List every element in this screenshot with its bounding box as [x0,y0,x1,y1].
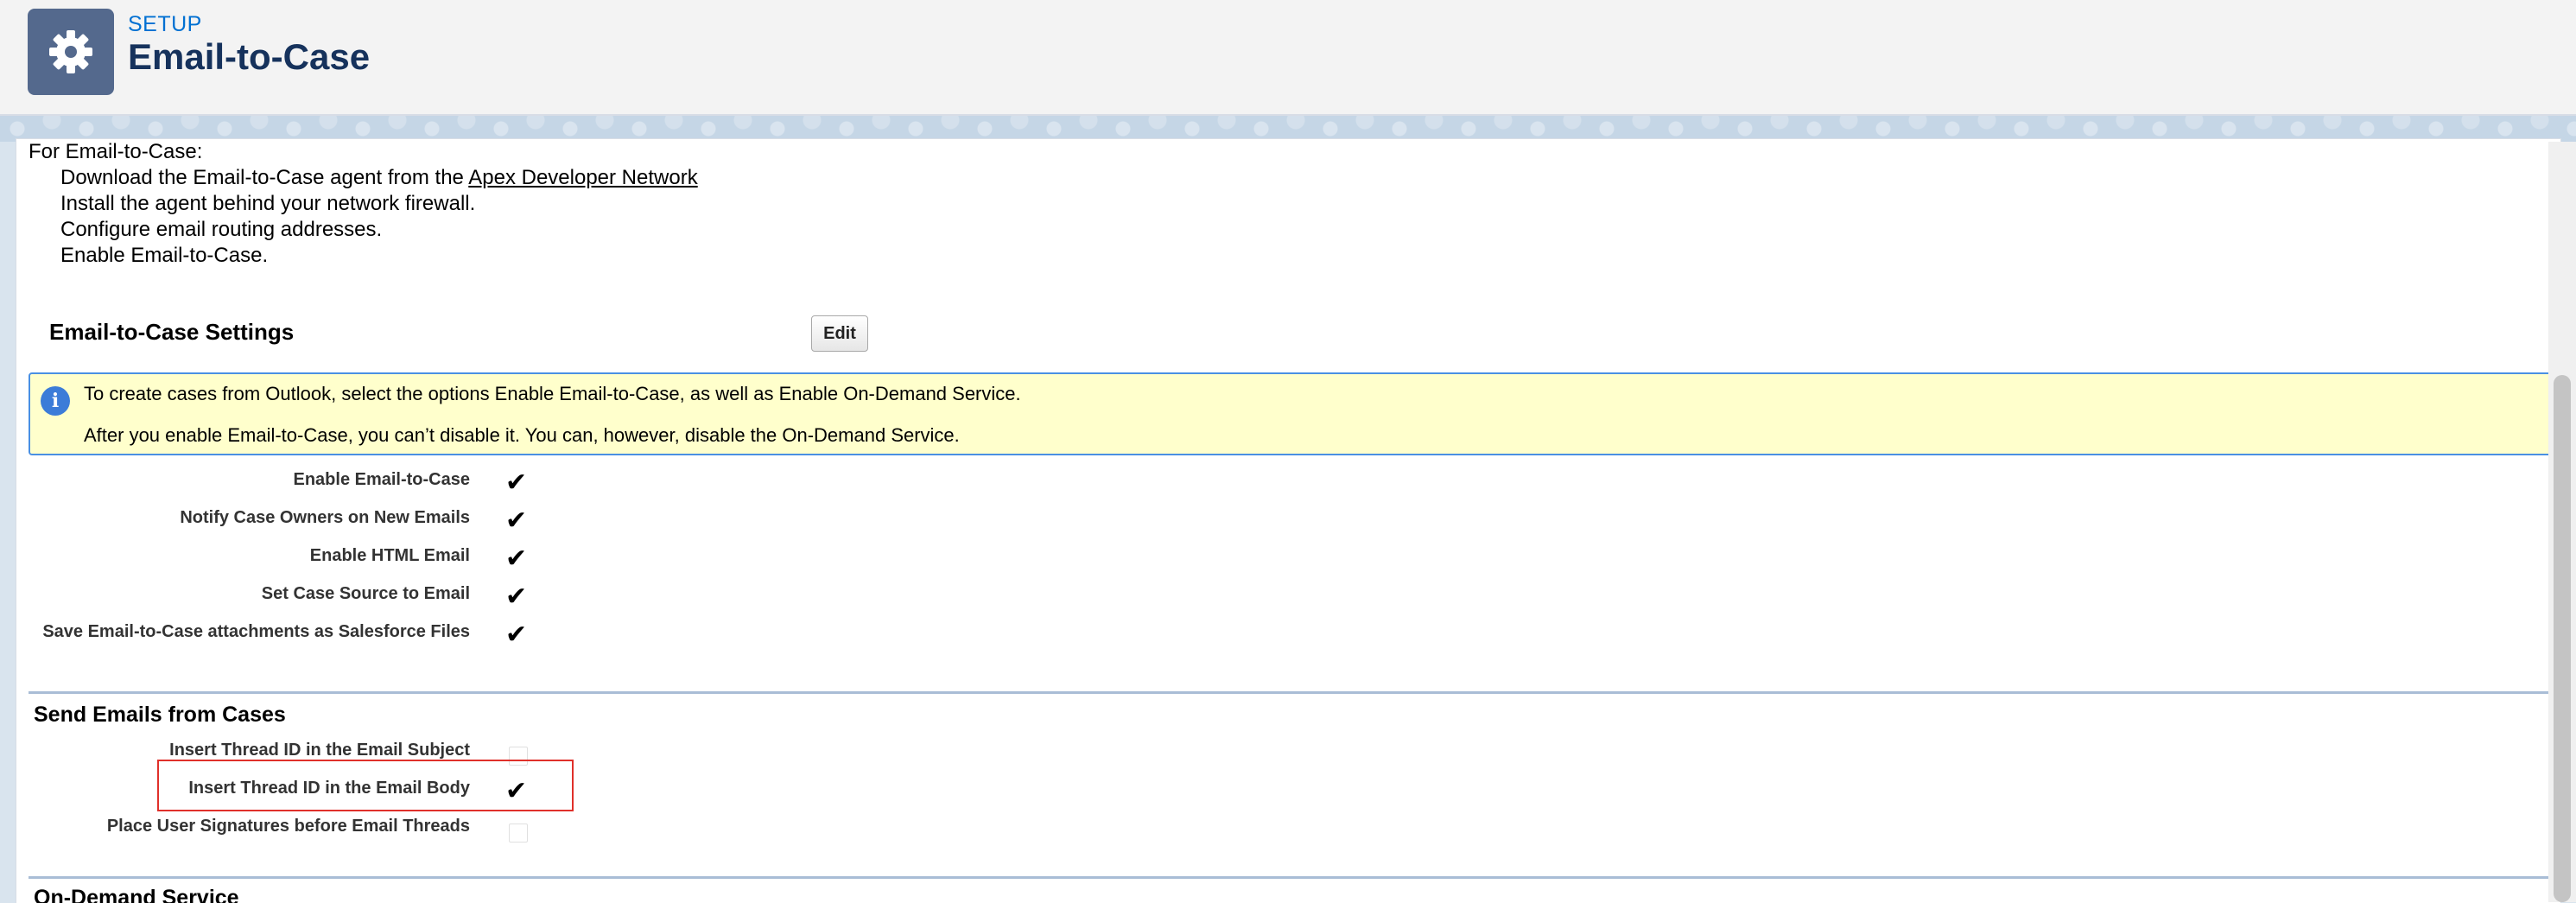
settings-section-title: Email-to-Case Settings [49,319,295,345]
thread-id-body-check-icon: ✔ [505,776,528,806]
intro-instructions: For Email-to-Case: Download the Email-to… [29,139,698,269]
page-title: Email-to-Case [128,36,371,77]
thread-id-subject-label: Insert Thread ID in the Email Subject [169,741,470,760]
intro-step-2: Install the agent behind your network fi… [60,192,476,215]
set-case-source-check-icon: ✔ [505,582,528,612]
user-signatures-label: Place User Signatures before Email Threa… [106,817,470,836]
send-emails-section-title: Send Emails from Cases [34,703,286,727]
save-attachments-label: Save Email-to-Case attachments as Salesf… [42,622,470,641]
intro-step-1-text: Download the Email-to-Case agent from th… [60,166,469,189]
scrollbar-thumb[interactable] [2554,375,2571,902]
enable-email-to-case-check-icon: ✔ [505,467,528,498]
notify-case-owners-label: Notify Case Owners on New Emails [180,508,470,527]
main-panel: For Email-to-Case: Download the Email-to… [16,138,2561,903]
section-divider [29,691,2560,694]
notify-case-owners-check-icon: ✔ [505,506,528,536]
section-divider [29,876,2560,879]
breadcrumb[interactable]: SETUP [128,12,202,37]
save-attachments-check-icon: ✔ [505,620,528,650]
info-message: i To create cases from Outlook, select t… [29,372,2556,455]
enable-html-email-label: Enable HTML Email [309,546,470,565]
enable-html-email-check-icon: ✔ [505,544,528,574]
set-case-source-label: Set Case Source to Email [261,584,470,603]
apex-developer-network-link[interactable]: Apex Developer Network [468,166,697,189]
user-signatures-checkbox [509,824,528,843]
intro-step-3: Configure email routing addresses. [60,218,383,241]
info-line-2: After you enable Email-to-Case, you can’… [84,424,960,446]
edit-button[interactable]: Edit [811,315,868,352]
intro-heading: For Email-to-Case: [29,140,203,163]
intro-step-4: Enable Email-to-Case. [60,244,269,267]
scrollbar[interactable] [2548,142,2576,902]
gear-icon [28,9,114,95]
thread-id-body-label: Insert Thread ID in the Email Body [188,779,470,798]
intro-step-1: Download the Email-to-Case agent from th… [29,165,698,191]
enable-email-to-case-label: Enable Email-to-Case [293,470,470,489]
info-icon: i [41,386,70,416]
info-line-1: To create cases from Outlook, select the… [84,383,1021,404]
page-header: SETUP Email-to-Case [0,0,2576,116]
on-demand-section-title: On-Demand Service [34,886,239,903]
